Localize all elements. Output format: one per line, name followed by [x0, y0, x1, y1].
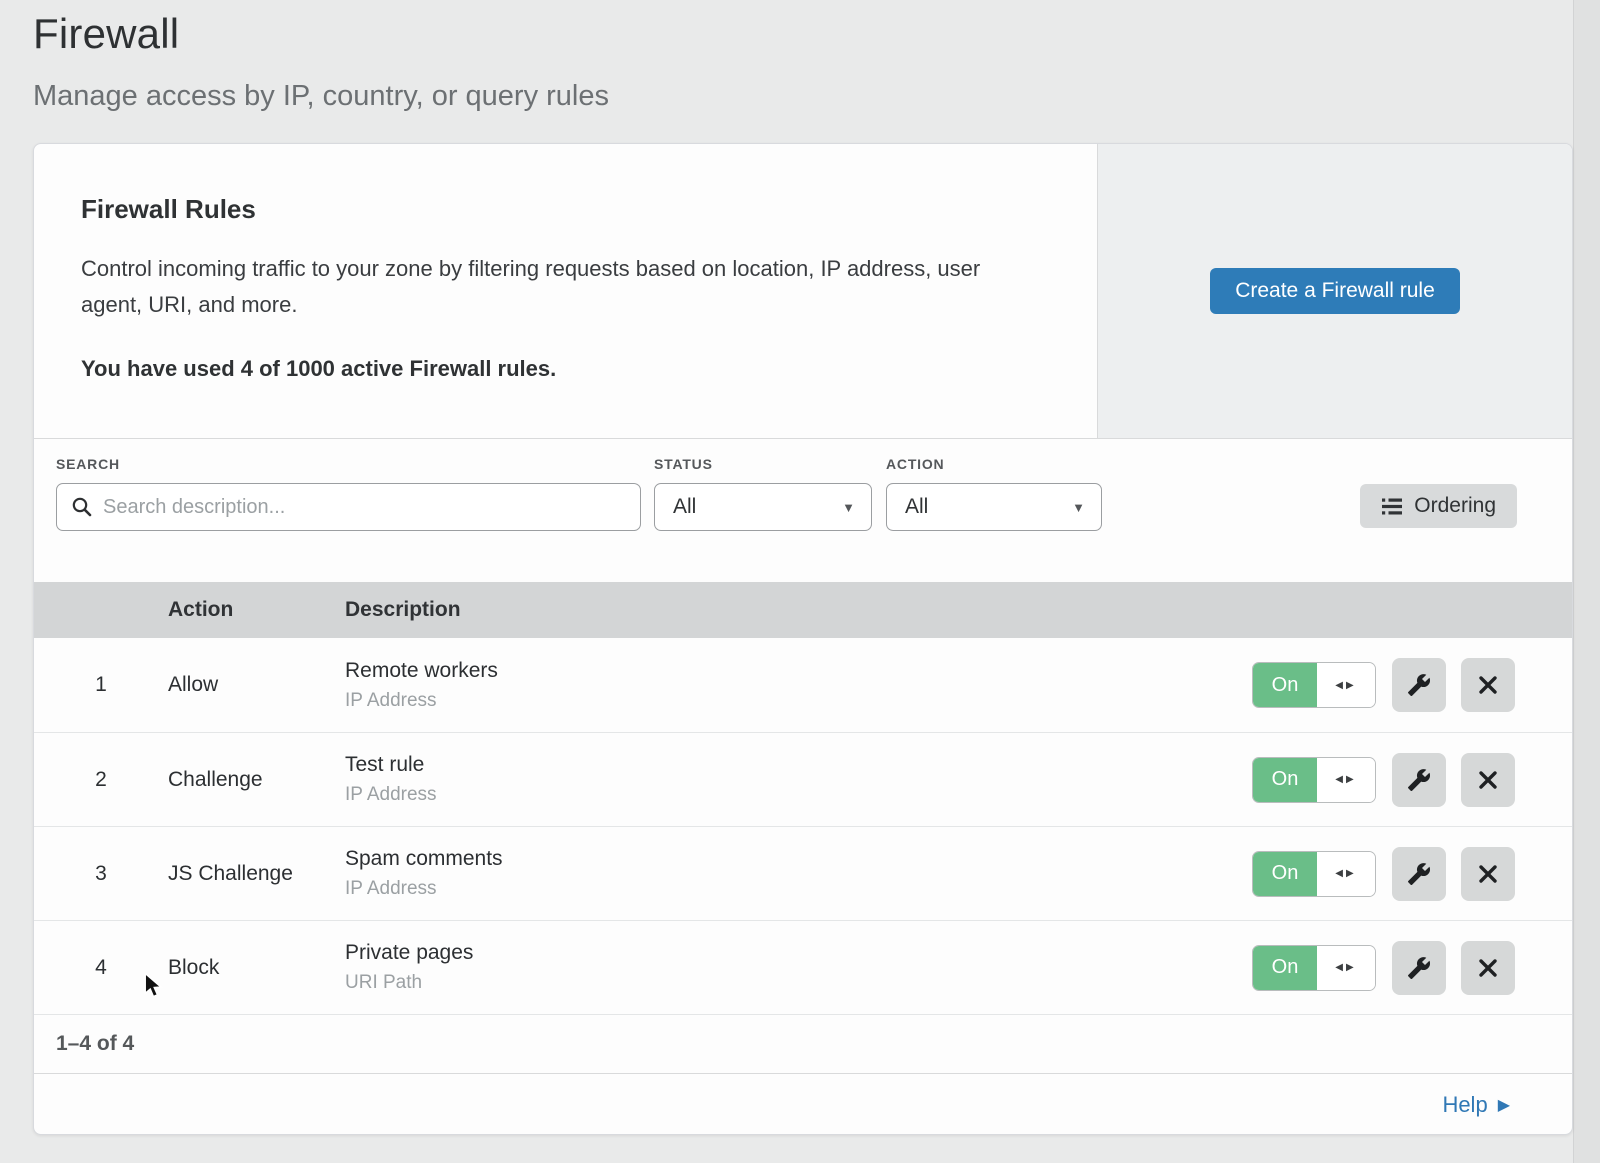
- toggle-handle-arrows-icon: ◀▶: [1317, 758, 1375, 802]
- search-box[interactable]: [56, 483, 641, 531]
- close-icon: [1476, 862, 1500, 886]
- toggle-handle-arrows-icon: ◀▶: [1317, 852, 1375, 896]
- rule-controls: On ◀▶: [1252, 847, 1572, 901]
- wrench-icon: [1407, 956, 1431, 980]
- table-row: 1 Allow Remote workers IP Address On ◀▶: [34, 638, 1572, 732]
- page-subtitle: Manage access by IP, country, or query r…: [33, 80, 1600, 113]
- rule-action: Challenge: [168, 768, 345, 792]
- rule-action: Allow: [168, 673, 345, 697]
- rule-priority: 3: [34, 862, 168, 886]
- rule-enabled-toggle[interactable]: On ◀▶: [1252, 662, 1376, 708]
- edit-rule-button[interactable]: [1392, 941, 1446, 995]
- ordering-button[interactable]: Ordering: [1360, 484, 1517, 528]
- wrench-icon: [1407, 673, 1431, 697]
- rule-match-field: IP Address: [345, 878, 1252, 900]
- scrollbar-track[interactable]: [1573, 0, 1600, 1163]
- chevron-down-icon: ▼: [1072, 500, 1085, 515]
- search-input[interactable]: [103, 496, 628, 519]
- rule-description: Private pages: [345, 941, 1252, 965]
- delete-rule-button[interactable]: [1461, 847, 1515, 901]
- ordering-button-label: Ordering: [1414, 494, 1496, 518]
- ordered-list-icon: [1381, 498, 1403, 515]
- edit-rule-button[interactable]: [1392, 658, 1446, 712]
- rule-controls: On ◀▶: [1252, 941, 1572, 995]
- overview-heading: Firewall Rules: [81, 194, 1049, 225]
- action-select-value: All: [905, 495, 928, 519]
- chevron-down-icon: ▼: [842, 500, 855, 515]
- rule-enabled-toggle[interactable]: On ◀▶: [1252, 851, 1376, 897]
- help-link[interactable]: Help ▶: [1442, 1092, 1510, 1118]
- delete-rule-button[interactable]: [1461, 753, 1515, 807]
- status-label: STATUS: [654, 456, 872, 472]
- page-title: Firewall: [33, 10, 1600, 58]
- rule-enabled-toggle[interactable]: On ◀▶: [1252, 757, 1376, 803]
- rule-action: Block: [168, 956, 345, 980]
- page-header: Firewall Manage access by IP, country, o…: [0, 0, 1600, 113]
- toggle-handle-arrows-icon: ◀▶: [1317, 663, 1375, 707]
- search-label: SEARCH: [56, 456, 641, 472]
- create-firewall-rule-button[interactable]: Create a Firewall rule: [1210, 268, 1460, 314]
- status-select[interactable]: All ▼: [654, 483, 872, 531]
- close-icon: [1476, 956, 1500, 980]
- filters-section: SEARCH STATUS All ▼ ACTION All ▼: [34, 438, 1572, 582]
- rule-description-cell: Test rule IP Address: [345, 753, 1252, 806]
- edit-rule-button[interactable]: [1392, 753, 1446, 807]
- rule-description-cell: Spam comments IP Address: [345, 847, 1252, 900]
- edit-rule-button[interactable]: [1392, 847, 1446, 901]
- status-group: STATUS All ▼: [641, 456, 872, 531]
- pagination-row: 1–4 of 4: [34, 1014, 1572, 1073]
- rule-enabled-toggle[interactable]: On ◀▶: [1252, 945, 1376, 991]
- rule-action: JS Challenge: [168, 862, 345, 886]
- overview-description: Control incoming traffic to your zone by…: [81, 251, 1041, 323]
- pagination-label: 1–4 of 4: [56, 1032, 134, 1056]
- table-row: 3 JS Challenge Spam comments IP Address …: [34, 826, 1572, 920]
- delete-rule-button[interactable]: [1461, 941, 1515, 995]
- table-header: Action Description: [34, 582, 1572, 638]
- rule-match-field: IP Address: [345, 784, 1252, 806]
- card-footer: Help ▶: [34, 1073, 1572, 1135]
- delete-rule-button[interactable]: [1461, 658, 1515, 712]
- rule-description-cell: Remote workers IP Address: [345, 659, 1252, 712]
- rule-priority: 1: [34, 673, 168, 697]
- toggle-state-label: On: [1253, 758, 1317, 802]
- create-panel: Create a Firewall rule: [1097, 144, 1572, 438]
- rule-match-field: IP Address: [345, 690, 1252, 712]
- rule-priority: 4: [34, 956, 168, 980]
- search-icon: [71, 496, 93, 518]
- overview-text: Firewall Rules Control incoming traffic …: [34, 144, 1097, 438]
- rule-controls: On ◀▶: [1252, 753, 1572, 807]
- close-icon: [1476, 768, 1500, 792]
- wrench-icon: [1407, 768, 1431, 792]
- rule-controls: On ◀▶: [1252, 658, 1572, 712]
- toggle-handle-arrows-icon: ◀▶: [1317, 946, 1375, 990]
- rule-description: Remote workers: [345, 659, 1252, 683]
- overview-usage: You have used 4 of 1000 active Firewall …: [81, 356, 1049, 382]
- help-link-label: Help: [1442, 1092, 1487, 1118]
- toggle-state-label: On: [1253, 852, 1317, 896]
- rule-description: Test rule: [345, 753, 1252, 777]
- toggle-state-label: On: [1253, 663, 1317, 707]
- column-description: Description: [345, 598, 1572, 622]
- wrench-icon: [1407, 862, 1431, 886]
- rule-description: Spam comments: [345, 847, 1252, 871]
- action-label: ACTION: [886, 456, 1102, 472]
- status-select-value: All: [673, 495, 696, 519]
- rule-description-cell: Private pages URI Path: [345, 941, 1252, 994]
- help-arrow-icon: ▶: [1498, 1095, 1510, 1115]
- toggle-state-label: On: [1253, 946, 1317, 990]
- table-row: 2 Challenge Test rule IP Address On ◀▶: [34, 732, 1572, 826]
- close-icon: [1476, 673, 1500, 697]
- table-row: 4 Block Private pages URI Path On ◀▶: [34, 920, 1572, 1014]
- firewall-rules-card: Firewall Rules Control incoming traffic …: [33, 143, 1573, 1135]
- column-action: Action: [168, 598, 345, 622]
- rule-priority: 2: [34, 768, 168, 792]
- search-group: SEARCH: [56, 456, 641, 531]
- action-select[interactable]: All ▼: [886, 483, 1102, 531]
- rule-match-field: URI Path: [345, 972, 1252, 994]
- overview-section: Firewall Rules Control incoming traffic …: [34, 144, 1572, 438]
- action-group: ACTION All ▼: [872, 456, 1102, 531]
